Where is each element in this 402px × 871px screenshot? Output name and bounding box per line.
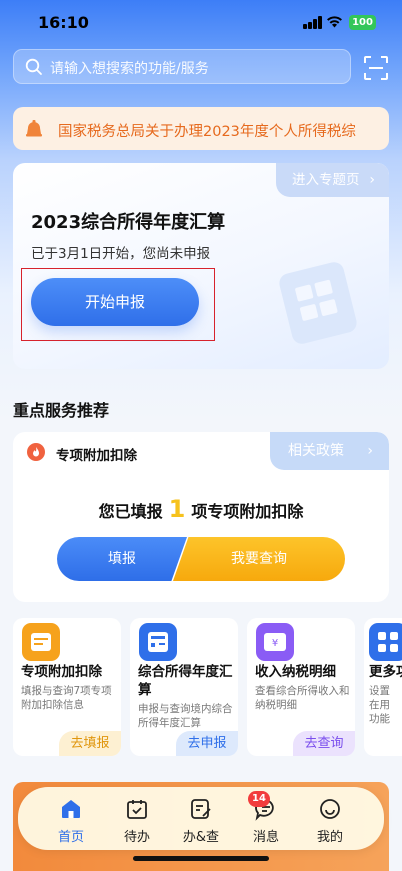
service-card-income[interactable]: ¥ 收入纳税明细 查看综合所得收入和纳税明细 去查询	[247, 618, 355, 756]
calendar-illustration-icon	[279, 262, 357, 344]
smile-icon	[320, 799, 340, 819]
query-button[interactable]: 我要查询	[173, 537, 345, 581]
filled-suffix: 项专项附加扣除	[191, 502, 304, 521]
edit-doc-icon	[191, 799, 211, 819]
tab-label: 待办	[123, 830, 150, 845]
tab-label: 消息	[252, 830, 279, 845]
service-title: 更多功	[369, 664, 402, 680]
tab-home[interactable]: 首页	[41, 795, 101, 845]
notice-banner[interactable]: 国家税务总局关于办理2023年度个人所得税综	[13, 107, 389, 150]
calculator-icon	[139, 623, 177, 661]
chevron-right-icon: ›	[367, 443, 373, 459]
home-indicator	[133, 856, 269, 861]
enter-topic-link[interactable]: 进入专题页 ›	[276, 163, 389, 197]
service-desc: 查看综合所得收入和纳税明细	[255, 685, 350, 711]
search-icon	[25, 58, 42, 75]
svg-text:¥: ¥	[272, 638, 278, 649]
status-bar: 16:10 100	[0, 0, 402, 46]
service-card-annual[interactable]: 综合所得年度汇算 申报与查询境内综合所得年度汇算 去申报	[130, 618, 238, 756]
related-policy-label: 相关政策	[288, 443, 344, 459]
filled-prefix: 您已填报	[98, 502, 163, 521]
notice-text: 国家税务总局关于办理2023年度个人所得税综	[58, 124, 356, 140]
card-title: 2023综合所得年度汇算	[31, 212, 226, 233]
annual-settlement-card: 进入专题页 › 2023综合所得年度汇算 已于3月1日开始，您尚未申报 开始申报	[13, 163, 389, 369]
service-card-more[interactable]: 更多功 设置在用功能	[364, 618, 402, 756]
search-placeholder: 请输入想搜索的功能/服务	[50, 61, 209, 77]
service-action-button[interactable]: 去查询	[293, 731, 355, 756]
wifi-icon	[327, 16, 342, 28]
tab-label: 首页	[57, 830, 84, 845]
fill-button[interactable]: 填报	[57, 537, 187, 581]
status-time: 16:10	[38, 13, 89, 32]
battery-indicator: 100	[349, 15, 376, 30]
service-action-button[interactable]: 去填报	[59, 731, 121, 756]
messages-badge: 14	[248, 791, 270, 807]
service-desc: 申报与查询境内综合所得年度汇算	[138, 703, 233, 729]
grid-icon	[369, 623, 402, 661]
service-title: 专项附加扣除	[21, 664, 102, 680]
service-desc: 设置在用功能	[369, 685, 390, 725]
search-bar[interactable]: 请输入想搜索的功能/服务	[13, 49, 351, 84]
service-card-deduction[interactable]: 专项附加扣除 填报与查询7项专项附加扣除信息 去填报	[13, 618, 121, 756]
special-deduction-card: 专项附加扣除 相关政策 › 您已填报 1 项专项附加扣除 填报 我要查询	[13, 432, 389, 602]
home-icon	[62, 800, 80, 818]
tab-label: 我的	[316, 830, 343, 845]
service-title: 收入纳税明细	[255, 664, 336, 680]
filled-count: 1	[168, 495, 186, 523]
signal-icon	[303, 16, 323, 29]
wallet-icon: ¥	[256, 623, 294, 661]
related-policy-link[interactable]: 相关政策 ›	[270, 432, 389, 470]
service-desc: 填报与查询7项专项附加扣除信息	[21, 685, 112, 711]
tab-todo[interactable]: 待办	[107, 795, 167, 845]
tab-handle-query[interactable]: 办&查	[171, 795, 231, 845]
service-action-button[interactable]: 去申报	[176, 731, 238, 756]
filled-summary: 您已填报 1 项专项附加扣除	[13, 495, 389, 523]
bottom-tab-bar: 首页 待办 办&查 消息 我的	[18, 787, 384, 850]
tab-profile[interactable]: 我的	[300, 795, 360, 845]
form-icon	[22, 623, 60, 661]
start-declare-button[interactable]: 开始申报	[31, 278, 199, 326]
card-subtitle: 已于3月1日开始，您尚未申报	[31, 246, 211, 262]
scan-icon[interactable]	[363, 55, 389, 81]
fire-icon	[27, 443, 45, 461]
deduction-label: 专项附加扣除	[56, 448, 137, 464]
chevron-right-icon: ›	[369, 172, 375, 188]
enter-topic-label: 进入专题页	[292, 172, 360, 188]
tab-label: 办&查	[182, 830, 220, 845]
service-title: 综合所得年度汇算	[138, 664, 233, 698]
bell-icon	[26, 120, 42, 137]
section-title: 重点服务推荐	[13, 401, 110, 420]
calendar-check-icon	[127, 800, 147, 819]
